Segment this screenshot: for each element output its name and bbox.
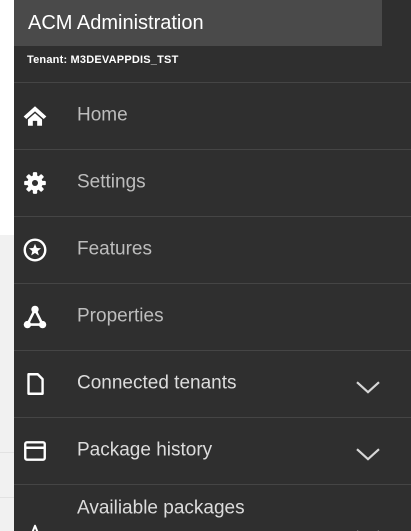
content-divider (0, 452, 14, 453)
nodes-icon (22, 304, 48, 330)
sidebar-item-label: Connected tenants (77, 372, 237, 394)
content-divider (0, 497, 14, 498)
sidebar-item-settings[interactable]: Settings (14, 150, 411, 217)
sidebar-item-properties[interactable]: Properties (14, 284, 411, 351)
sidebar-menu: Home Settings Features Properties Connec… (14, 83, 411, 531)
sidebar-item-home[interactable]: Home (14, 83, 411, 150)
star-circle-icon (22, 237, 48, 263)
window-icon (22, 438, 48, 464)
home-icon (22, 103, 48, 129)
sidebar-item-available-packages[interactable]: Availiable packages (14, 485, 411, 531)
sidebar-item-label: Availiable packages (77, 497, 245, 519)
sidebar-item-package-history[interactable]: Package history (14, 418, 411, 485)
content-area-edge (0, 0, 14, 531)
document-icon (22, 371, 48, 397)
sidebar-item-label: Home (77, 104, 128, 126)
chevron-down-icon[interactable] (355, 446, 381, 462)
content-panel (0, 235, 14, 531)
app-title: ACM Administration (14, 0, 382, 46)
sidebar-item-label: Settings (77, 171, 146, 193)
gear-icon (22, 170, 48, 196)
chevron-down-icon[interactable] (355, 379, 381, 395)
sidebar-item-label: Properties (77, 305, 164, 327)
sidebar-item-connected-tenants[interactable]: Connected tenants (14, 351, 411, 418)
star-outline-icon (22, 523, 48, 531)
sidebar-item-features[interactable]: Features (14, 217, 411, 284)
sidebar: ACM Administration Tenant: M3DEVAPPDIS_T… (14, 0, 411, 531)
tenant-label: Tenant: M3DEVAPPDIS_TST (27, 54, 179, 66)
sidebar-item-label: Features (77, 238, 152, 260)
sidebar-item-label: Package history (77, 439, 213, 461)
